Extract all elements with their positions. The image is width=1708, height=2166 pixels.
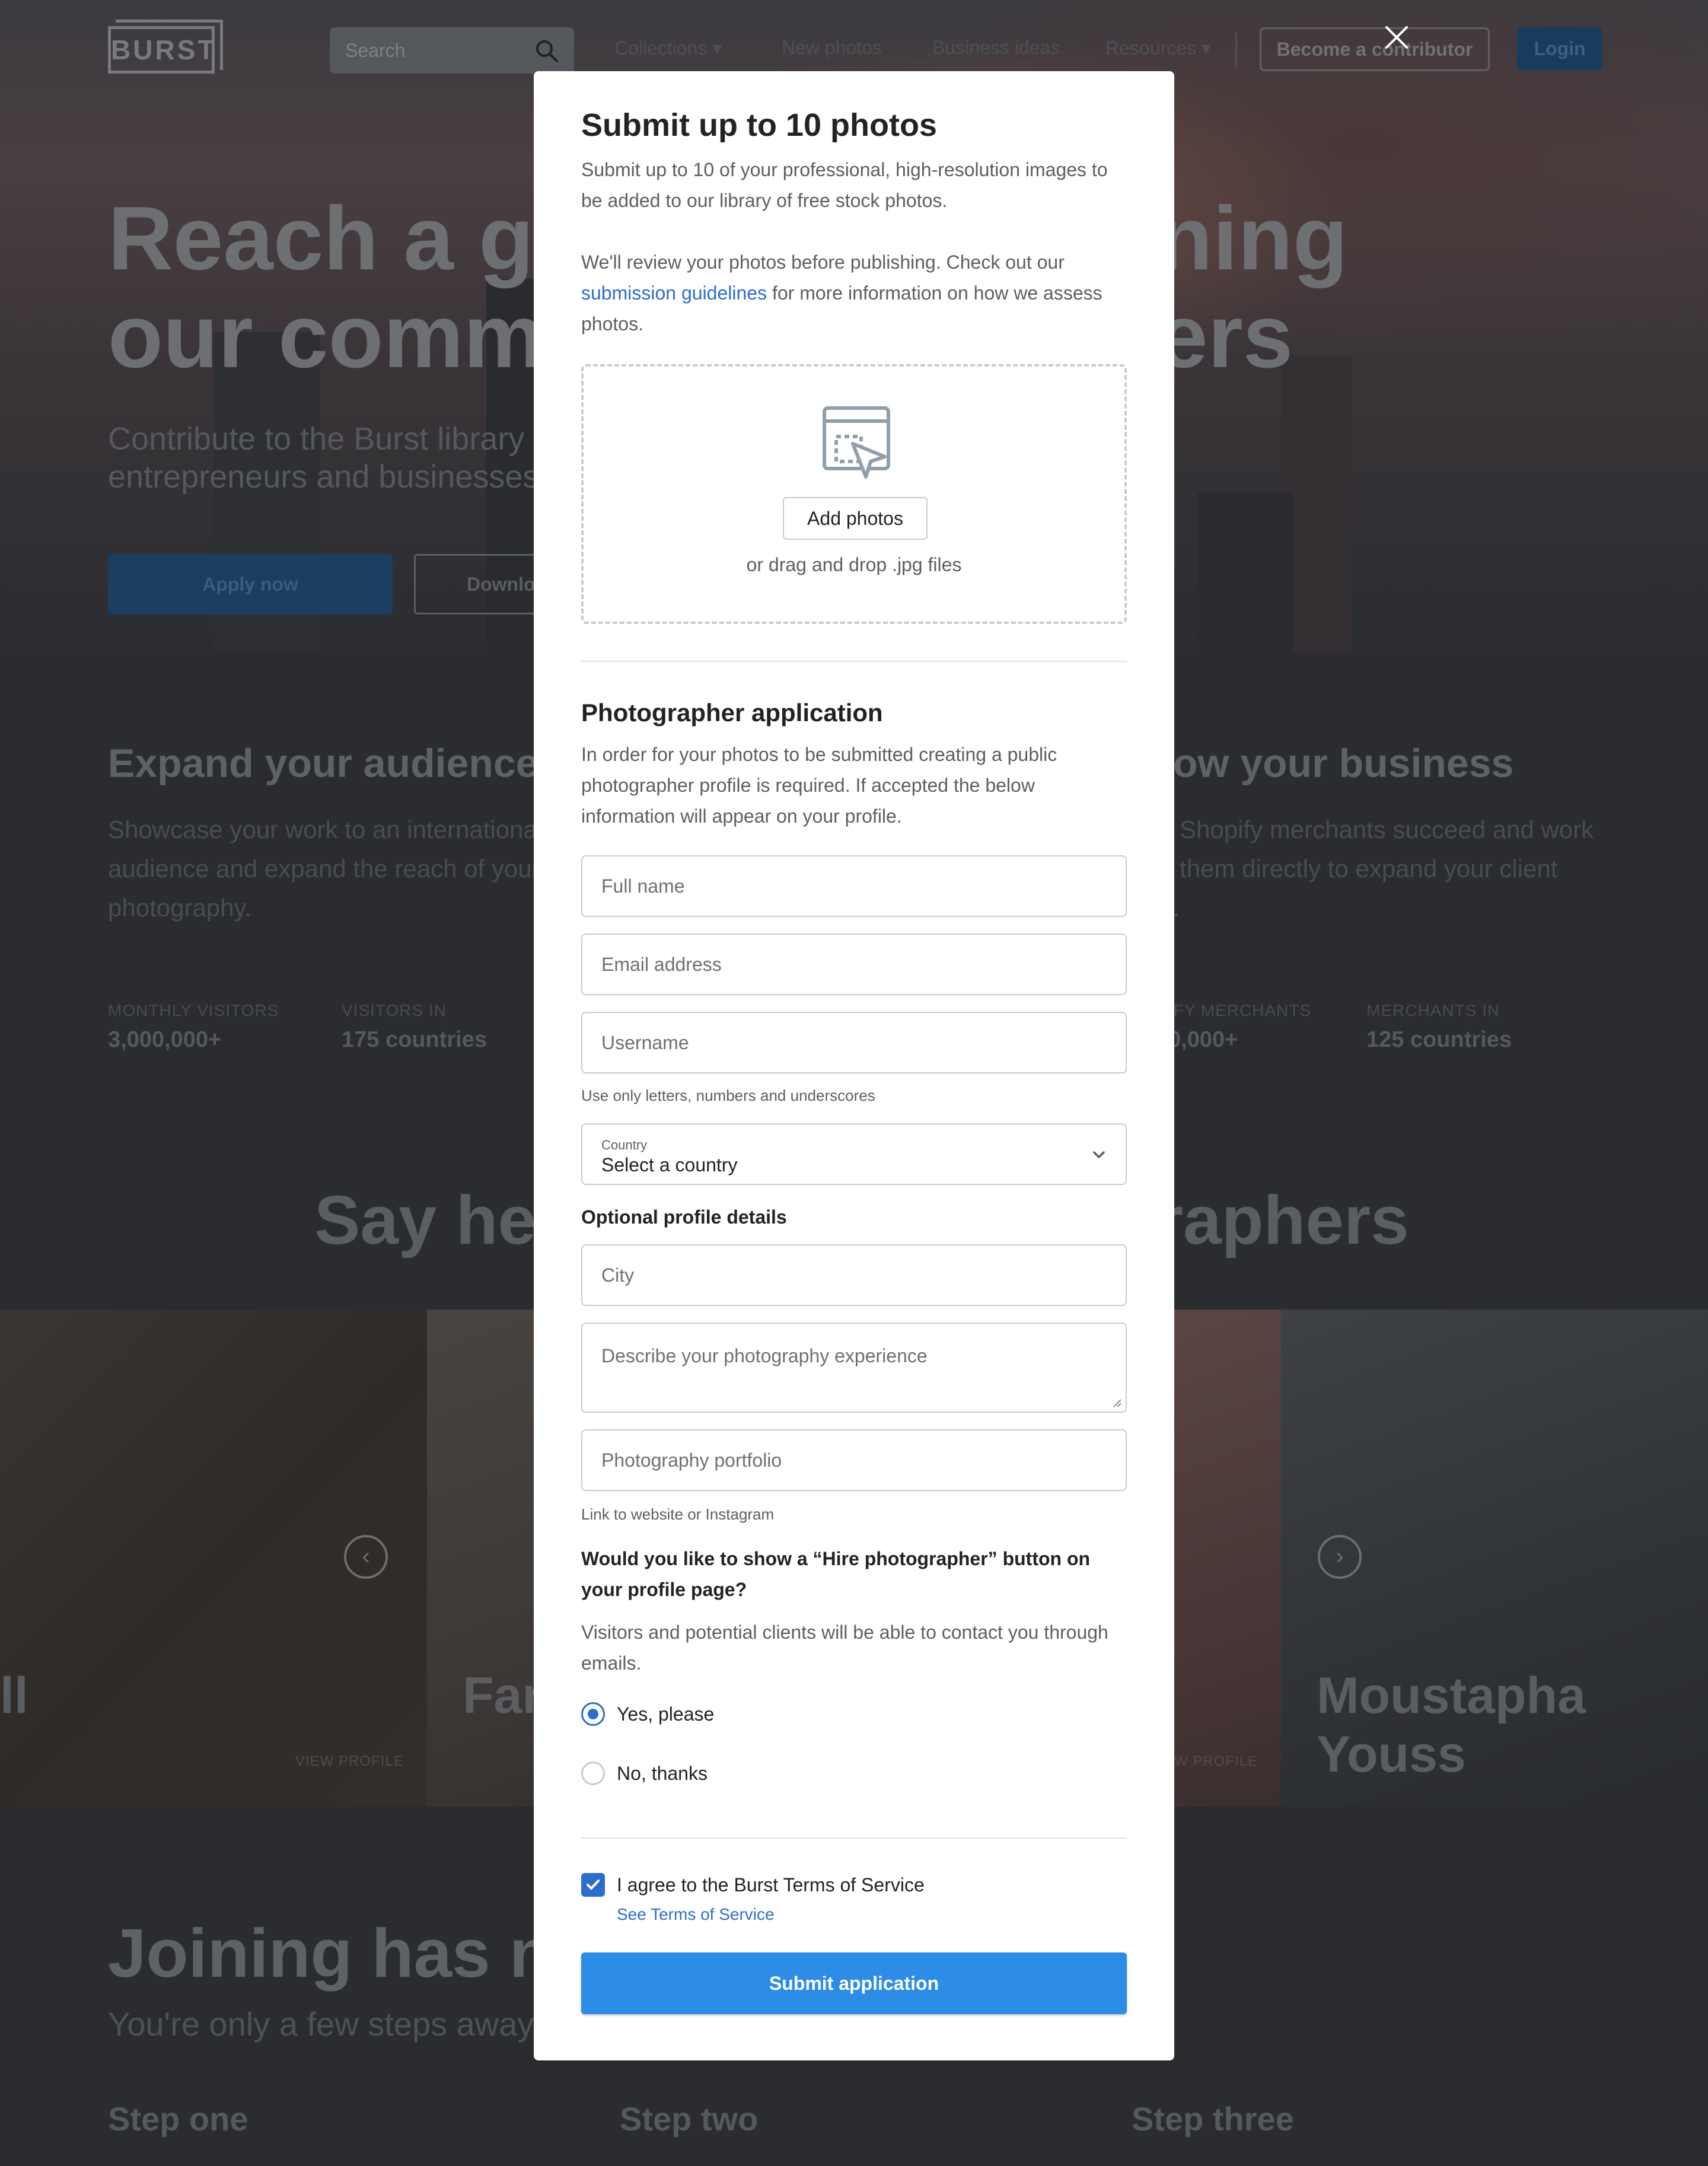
stat-value: 3,000,000+ xyxy=(108,1027,222,1052)
step-title: Step three xyxy=(1132,2100,1294,2138)
stat-label: MERCHANTS IN xyxy=(1366,1001,1500,1020)
login-button[interactable]: Login xyxy=(1517,27,1602,70)
apply-now-button[interactable]: Apply now xyxy=(108,554,393,614)
expand-audience-text: Showcase your work to an internationa au… xyxy=(108,816,540,922)
carousel-next-arrow-icon[interactable]: › xyxy=(1318,1535,1362,1579)
burst-logo[interactable]: BURST xyxy=(108,20,223,74)
stat-label: VISITORS IN xyxy=(342,1001,447,1020)
stat-value: 175 countries xyxy=(342,1027,487,1052)
full-name-field[interactable]: Full name xyxy=(581,855,1127,917)
agree-label[interactable]: I agree to the Burst Terms of Service xyxy=(617,1874,925,1896)
submit-application-button[interactable]: Submit application xyxy=(581,1952,1127,2014)
expand-audience-title: Expand your audience xyxy=(108,741,538,786)
search-icon[interactable] xyxy=(535,39,559,63)
portfolio-field[interactable]: Photography portfolio xyxy=(581,1429,1127,1491)
view-profile-link[interactable]: W PROFILE xyxy=(1174,1753,1258,1770)
submit-photos-modal: Submit up to 10 photos Submit up to 10 o… xyxy=(534,71,1174,2060)
photographers-heading-right: raphers xyxy=(1156,1181,1409,1259)
resize-handle-icon[interactable] xyxy=(1111,1397,1122,1408)
section-divider xyxy=(581,661,1127,662)
city-field[interactable]: City xyxy=(581,1244,1127,1306)
hire-question: Would you like to show a “Hire photograp… xyxy=(581,1548,1091,1600)
nav-new-photos[interactable]: New photos xyxy=(782,37,882,59)
joining-subtitle: You're only a few steps away xyxy=(108,2005,534,2043)
search-input[interactable]: Search xyxy=(330,27,574,74)
chevron-down-icon xyxy=(1093,1151,1105,1158)
nav-business-ideas[interactable]: Business ideas xyxy=(932,37,1060,59)
stat-value: 0,000+ xyxy=(1168,1027,1238,1052)
view-profile-link[interactable]: VIEW PROFILE xyxy=(295,1753,404,1770)
photographer-name: Far xyxy=(463,1667,542,1724)
step-title: Step two xyxy=(620,2100,759,2138)
country-select[interactable]: Country Select a country xyxy=(581,1123,1127,1185)
application-text: In order for your photos to be submitted… xyxy=(581,744,1057,827)
grow-business-text: p Shopify merchants succeed and work h t… xyxy=(1159,816,1594,922)
photographer-photo[interactable] xyxy=(427,1310,534,1807)
nav-divider xyxy=(1235,32,1237,68)
username-field[interactable]: Username xyxy=(581,1012,1127,1074)
upload-image-icon xyxy=(823,406,890,479)
portfolio-hint: Link to website or Instagram xyxy=(581,1505,775,1523)
country-value: Select a country xyxy=(601,1154,738,1176)
photographer-name: ll xyxy=(0,1667,28,1724)
modal-title: Submit up to 10 photos xyxy=(581,107,937,143)
become-contributor-button[interactable]: Become a contributor xyxy=(1260,27,1490,71)
checkmark-icon xyxy=(587,1880,600,1890)
photographer-name: Moustapha Youss xyxy=(1317,1667,1586,1783)
section-divider xyxy=(581,1837,1127,1839)
radio-no[interactable] xyxy=(581,1762,605,1785)
modal-intro: Submit up to 10 of your professional, hi… xyxy=(581,159,1108,211)
stat-label: IFY MERCHANTS xyxy=(1168,1001,1312,1020)
drop-caption: or drag and drop .jpg files xyxy=(746,554,962,575)
photo-dropzone[interactable]: Add photos or drag and drop .jpg files xyxy=(581,364,1127,624)
agree-checkbox[interactable] xyxy=(581,1873,605,1897)
photographer-photo[interactable] xyxy=(1174,1310,1281,1807)
grow-business-title: ow your business xyxy=(1173,741,1514,786)
submission-guidelines-link[interactable]: submission guidelines xyxy=(581,282,767,304)
carousel-prev-arrow-icon[interactable]: ‹ xyxy=(344,1535,388,1579)
country-label: Country xyxy=(601,1138,648,1152)
nav-resources[interactable]: Resources ▾ xyxy=(1105,37,1211,59)
step-title: Step one xyxy=(108,2100,248,2138)
experience-textarea[interactable]: Describe your photography experience xyxy=(581,1323,1127,1413)
radio-no-label[interactable]: No, thanks xyxy=(617,1763,708,1785)
radio-yes-label[interactable]: Yes, please xyxy=(617,1703,714,1725)
close-icon[interactable] xyxy=(1382,23,1411,52)
email-field[interactable]: Email address xyxy=(581,934,1127,995)
application-title: Photographer application xyxy=(581,699,883,727)
hire-text: Visitors and potential clients will be a… xyxy=(581,1622,1108,1674)
experience-placeholder: Describe your photography experience xyxy=(601,1345,928,1367)
terms-of-service-link[interactable]: See Terms of Service xyxy=(617,1905,775,1924)
radio-yes[interactable] xyxy=(581,1702,605,1726)
stat-value: 125 countries xyxy=(1366,1027,1512,1052)
stat-label: MONTHLY VISITORS xyxy=(108,1001,279,1020)
username-hint: Use only letters, numbers and underscore… xyxy=(581,1087,875,1104)
optional-details-title: Optional profile details xyxy=(581,1206,787,1228)
search-placeholder: Search xyxy=(345,40,406,61)
modal-guidelines-text: We'll review your photos before publishi… xyxy=(581,251,1102,335)
add-photos-button[interactable]: Add photos xyxy=(783,497,928,540)
nav-collections[interactable]: Collections ▾ xyxy=(614,37,722,59)
